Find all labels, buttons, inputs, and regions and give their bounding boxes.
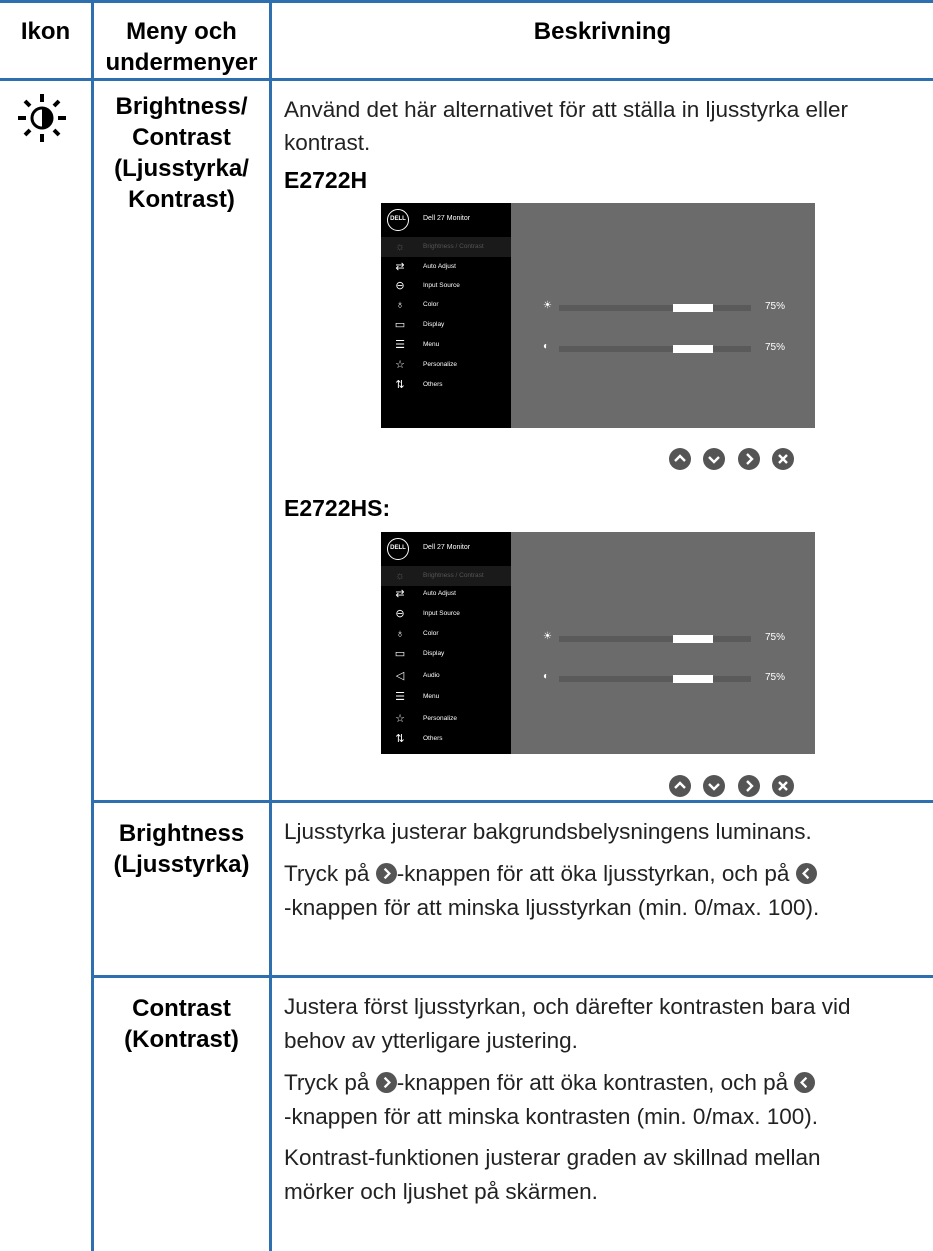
down-button[interactable] [703,775,725,797]
osd-item-auto-adjust[interactable]: ⇄ Auto Adjust [381,584,511,604]
osd-item-input-source[interactable]: ⊖ Input Source [381,276,511,296]
menu-contrast-l2: (Kontrast) [124,1026,239,1053]
osd-item-others[interactable]: ⇅ Others [381,375,511,395]
speaker-icon: ◁ [395,670,405,682]
row3-para2-line1: Tryck på -knappen för att öka kontrasten… [284,1066,924,1100]
table-top-rule [0,0,933,3]
color-icon: ♁ [395,299,405,311]
osd-item-menu[interactable]: ☰ Menu [381,335,511,355]
row2-bottom-rule [91,975,933,978]
auto-adjust-icon: ⇄ [395,261,405,273]
menu-brightness-l2: (Ljusstyrka) [113,851,250,878]
row3-para1-line2: behov av ytterligare justering. [284,1028,578,1053]
right-button[interactable] [738,775,760,797]
menu-contrast-l1: Contrast [132,995,231,1022]
input-source-icon: ⊖ [395,608,405,620]
row2-para1: Ljusstyrka justerar bakgrundsbelysningen… [284,819,812,844]
menu-brightness-contrast-l3: (Ljusstyrka/ [114,155,249,182]
osd-item-brightness-contrast[interactable]: ☼ Brightness / Contrast [381,237,511,257]
menu-brightness-contrast-l4: Kontrast) [128,186,235,213]
slider-thumb[interactable] [673,304,713,312]
star-icon: ☆ [395,359,405,371]
dell-logo-icon: DELL [387,538,409,560]
sun-small-icon: ☀ [543,631,552,642]
osd-screenshot-e2722hs: DELL Dell 27 Monitor ☼ Brightness / Contr… [381,532,815,754]
slider-thumb[interactable] [673,635,713,643]
row3-para3-line2: mörker och ljushet på skärmen. [284,1179,598,1204]
osd-brightness-slider[interactable]: ☀ 75% [543,300,785,312]
model-e2722hs: E2722HS: [284,495,391,521]
osd-item-display[interactable]: ▭ Display [381,315,511,335]
others-icon: ⇅ [395,379,405,391]
slider-thumb[interactable] [673,675,713,683]
others-icon: ⇅ [395,733,405,745]
row3-para2-line2: -knappen för att minska kontrasten (min.… [284,1104,818,1129]
osd-item-menu[interactable]: ☰ Menu [381,687,511,707]
osd-item-auto-adjust[interactable]: ⇄ Auto Adjust [381,257,511,277]
header-icon: Ikon [20,18,71,45]
osd-contrast-slider[interactable]: ◐ 75% [543,341,785,353]
osd-item-color[interactable]: ♁ Color [381,295,511,315]
input-source-icon: ⊖ [395,280,405,292]
right-button[interactable] [738,448,760,470]
brightness-icon [18,94,66,142]
sun-icon: ☼ [394,241,406,253]
header-menu-line2: undermenyer [105,49,258,76]
model-e2722h: E2722H [284,167,368,193]
row3-para1-line1: Justera först ljusstyrkan, och därefter … [284,994,851,1019]
col-divider-2 [269,0,272,1251]
row1-desc-line1: Använd det här alternativet för att stäl… [284,97,849,122]
down-button[interactable] [703,448,725,470]
sun-icon: ☼ [394,570,406,582]
close-button[interactable] [772,775,794,797]
menu-brightness-l1: Brightness [118,820,245,847]
left-button-icon [794,1072,816,1093]
osd-item-audio[interactable]: ◁ Audio [381,666,511,686]
header-bottom-rule [0,78,933,81]
osd-brightness-slider[interactable]: ☀ 75% [543,631,785,643]
menu-icon: ☰ [395,691,405,703]
up-button[interactable] [669,775,691,797]
osd-item-display[interactable]: ▭ Display [381,644,511,664]
osd-item-others[interactable]: ⇅ Others [381,729,511,749]
osd-item-personalize[interactable]: ☆ Personalize [381,709,511,729]
osd-contrast-slider[interactable]: ◐ 75% [543,671,785,683]
osd-item-personalize[interactable]: ☆ Personalize [381,355,511,375]
osd-screenshot-e2722h: DELL Dell 27 Monitor ☼ Brightness / Contr… [381,203,815,428]
contrast-small-icon: ◐ [543,671,550,682]
contrast-small-icon: ◐ [543,341,550,352]
close-button[interactable] [772,448,794,470]
sun-small-icon: ☀ [543,300,552,311]
slider-thumb[interactable] [673,345,713,353]
left-button-icon [795,863,817,884]
star-icon: ☆ [395,713,405,725]
display-icon: ▭ [394,319,406,331]
header-description: Beskrivning [533,18,672,45]
osd-item-color[interactable]: ♁ Color [381,624,511,644]
row1-desc-line2: kontrast. [284,130,371,155]
row2-para2-line1: Tryck på -knappen för att öka ljusstyrka… [284,857,924,891]
right-button-icon [375,863,397,884]
osd-item-brightness-contrast[interactable]: ☼ Brightness / Contrast [381,566,511,586]
up-button[interactable] [669,448,691,470]
osd-item-input-source[interactable]: ⊖ Input Source [381,604,511,624]
row1-bottom-rule [91,800,933,803]
display-icon: ▭ [394,648,406,660]
dell-logo-icon: DELL [387,209,409,231]
color-icon: ♁ [395,628,405,640]
header-menu-line1: Meny och [126,18,237,45]
right-button-icon [375,1072,397,1093]
menu-brightness-contrast-l1: Brightness/ [115,93,248,120]
menu-icon: ☰ [395,339,405,351]
menu-brightness-contrast-l2: Contrast [132,124,231,151]
row3-para3-line1: Kontrast-funktionen justerar graden av s… [284,1145,821,1170]
row2-para2-line2: -knappen för att minska ljusstyrkan (min… [284,895,820,920]
osd-title: Dell 27 Monitor [423,544,471,551]
auto-adjust-icon: ⇄ [395,588,405,600]
osd-title: Dell 27 Monitor [423,215,471,222]
